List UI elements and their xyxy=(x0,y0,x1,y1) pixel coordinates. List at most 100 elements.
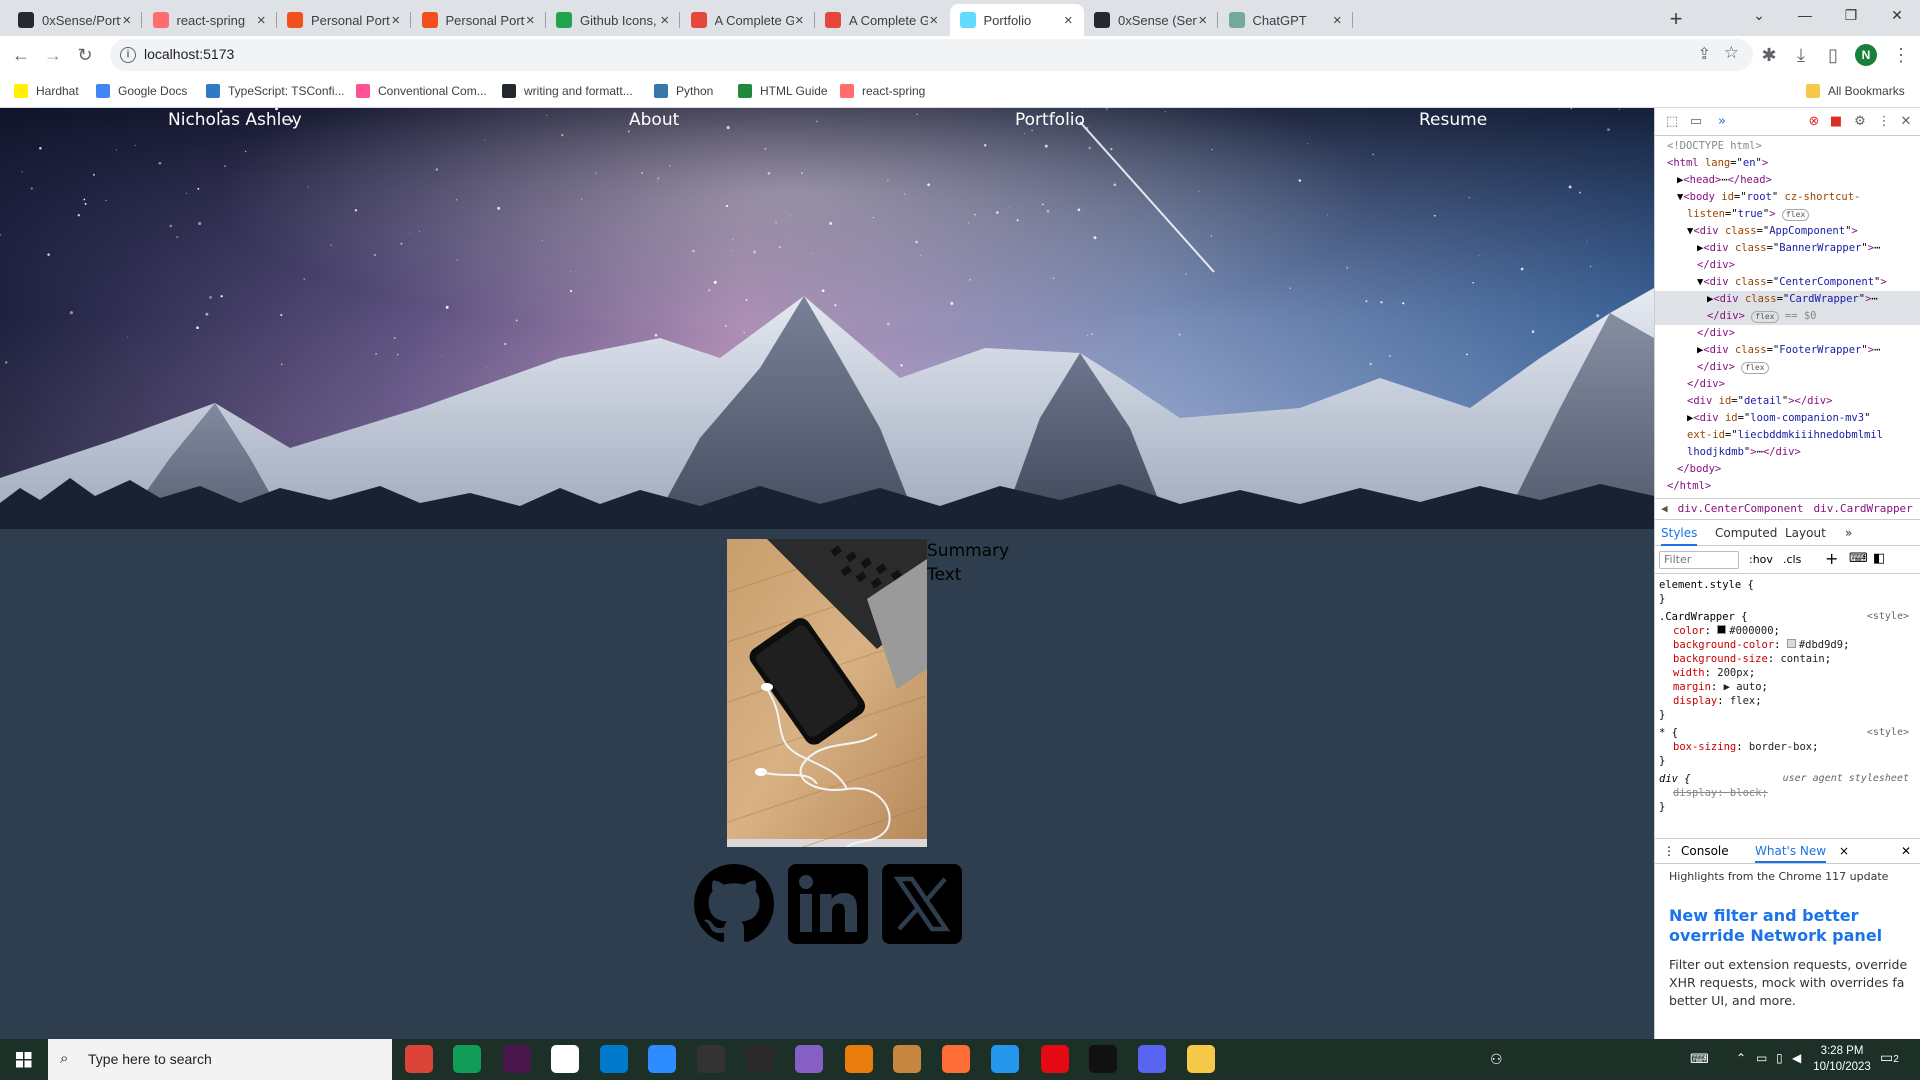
nav-portfolio-link[interactable]: Portfolio xyxy=(1015,110,1085,130)
visual-studio-icon[interactable] xyxy=(795,1045,823,1073)
breadcrumb[interactable]: ◀ div.CenterComponent div.CardWrapper xyxy=(1655,498,1920,520)
new-rule-plus-icon[interactable]: + xyxy=(1825,549,1838,568)
bookmark-item[interactable]: Hardhat xyxy=(14,82,79,100)
browser-tab[interactable]: A Complete Guide× xyxy=(681,4,815,36)
dom-node-line[interactable]: listen="true"> flex xyxy=(1655,206,1920,223)
css-property-name[interactable]: margin xyxy=(1673,681,1711,693)
all-bookmarks-folder[interactable]: All Bookmarks xyxy=(1806,82,1905,100)
tab-close-icon[interactable]: × xyxy=(525,12,536,29)
elements-tree[interactable]: <!DOCTYPE html> <html lang="en"> ▶<head>⋯<… xyxy=(1655,138,1920,500)
zoom-icon[interactable] xyxy=(648,1045,676,1073)
dom-node-line[interactable]: ▶<head>⋯</head> xyxy=(1655,172,1920,189)
discord-icon[interactable] xyxy=(1138,1045,1166,1073)
browser-tab[interactable]: 0xSense (Sense)× xyxy=(1084,4,1218,36)
css-property-name[interactable]: color xyxy=(1673,625,1705,637)
dom-node-line[interactable]: ▼<div class="CenterComponent"> xyxy=(1655,274,1920,291)
browser-tab[interactable]: Portfolio × xyxy=(949,4,1084,36)
dom-node-line[interactable]: <div id="detail"></div> xyxy=(1655,393,1920,410)
dom-node-line[interactable]: </div> xyxy=(1655,376,1920,393)
css-property-name[interactable]: background-color xyxy=(1673,639,1774,651)
docker-icon[interactable] xyxy=(991,1045,1019,1073)
reload-icon[interactable]: ↻ xyxy=(70,40,100,70)
minimize-button[interactable]: — xyxy=(1782,0,1828,30)
dom-node-line[interactable]: <!DOCTYPE html> xyxy=(1655,138,1920,155)
device-toolbar-icon[interactable]: ▭ xyxy=(1687,113,1705,131)
styles-subtab[interactable]: Styles xyxy=(1661,520,1698,546)
tab-close-icon[interactable]: × xyxy=(121,12,132,29)
chrome-icon[interactable] xyxy=(405,1045,433,1073)
dom-node-line[interactable]: </html> xyxy=(1655,478,1920,495)
bookmark-item[interactable]: react-spring xyxy=(840,82,925,100)
tab-close-icon[interactable]: × xyxy=(1332,12,1343,29)
tab-close-icon[interactable]: × xyxy=(928,12,939,29)
tray-chevron-icon[interactable]: ⌃ xyxy=(1736,1051,1746,1080)
css-property-value[interactable]: contain xyxy=(1780,653,1824,665)
nav-resume-link[interactable]: Resume xyxy=(1419,110,1487,130)
new-tab-button[interactable]: + xyxy=(1662,6,1690,34)
x-icon[interactable] xyxy=(882,864,962,944)
notification-icon[interactable]: ▭2 xyxy=(1880,1049,1899,1080)
dom-node-line[interactable]: lhodjkdmb">⋯</div> xyxy=(1655,444,1920,461)
browser-tab[interactable]: A Complete Guide× xyxy=(815,4,949,36)
whats-new-heading[interactable]: New filter and better override Network p… xyxy=(1669,906,1919,946)
tab-close-icon[interactable]: × xyxy=(1063,12,1074,29)
nav-name-link[interactable]: Nicholas Ashley xyxy=(168,110,302,130)
dom-node-line[interactable]: ext-id="liecbddmkiiihnedobmlmil xyxy=(1655,427,1920,444)
close-devtools-icon[interactable]: ✕ xyxy=(1897,113,1915,131)
css-property-value[interactable]: 200px xyxy=(1717,667,1749,679)
close-window-button[interactable]: ✕ xyxy=(1874,0,1920,30)
tab-close-icon[interactable]: × xyxy=(256,12,267,29)
css-property-name[interactable]: background-size xyxy=(1673,653,1768,665)
windows-start-icon[interactable] xyxy=(0,1039,48,1080)
close-drawer-icon[interactable]: ✕ xyxy=(1901,839,1911,863)
inspect-element-icon[interactable]: ⬚ xyxy=(1663,113,1681,131)
network-icon[interactable]: ▭ xyxy=(1756,1051,1767,1080)
dom-node-line[interactable]: ▶<div class="FooterWrapper">⋯ xyxy=(1655,342,1920,359)
dom-node-line[interactable]: <html lang="en"> xyxy=(1655,155,1920,172)
color-swatch[interactable] xyxy=(1717,625,1727,634)
paint-icon[interactable]: ⌨ xyxy=(1849,551,1868,566)
chrome-menu-icon[interactable]: ⋮ xyxy=(1886,40,1916,70)
side-panel-icon[interactable]: ▯ xyxy=(1818,40,1848,70)
github-icon[interactable] xyxy=(694,864,774,944)
styles-filter-input[interactable]: Filter xyxy=(1659,551,1739,569)
dom-node-line[interactable]: </div> xyxy=(1655,325,1920,342)
css-property-value[interactable]: #000000 xyxy=(1729,625,1773,637)
sidebar-toggle-icon[interactable]: ◧ xyxy=(1873,551,1885,566)
g-hub-icon[interactable] xyxy=(1089,1045,1117,1073)
dom-node-line[interactable]: </div> flex == $0 xyxy=(1655,308,1920,325)
bookmark-item[interactable]: TypeScript: TSConfi... xyxy=(206,82,345,100)
tab-search-icon[interactable]: ⌄ xyxy=(1736,0,1782,30)
drawer-tab-console[interactable]: Console xyxy=(1681,839,1729,863)
bookmark-item[interactable]: Conventional Com... xyxy=(356,82,487,100)
css-property-name[interactable]: box-sizing xyxy=(1673,741,1736,753)
keyboard-icon[interactable]: ⌨ xyxy=(1690,1051,1709,1080)
back-arrow-icon[interactable]: ← xyxy=(6,40,36,70)
vscode-icon[interactable] xyxy=(600,1045,628,1073)
address-bar[interactable]: i localhost:5173 ⇪ ☆ xyxy=(110,39,1753,71)
bookmark-item[interactable]: Google Docs xyxy=(96,82,187,100)
restore-button[interactable]: ❐ xyxy=(1828,0,1874,30)
styles-subtab[interactable]: Layout xyxy=(1785,520,1826,546)
battery-icon[interactable]: ▯ xyxy=(1776,1051,1783,1080)
netflix-icon[interactable] xyxy=(1041,1045,1069,1073)
people-icon[interactable]: ⚇ xyxy=(1490,1051,1503,1080)
css-property-name[interactable]: display xyxy=(1673,695,1717,707)
slack-icon[interactable] xyxy=(503,1045,531,1073)
dom-node-line[interactable]: </div> xyxy=(1655,257,1920,274)
browser-tab[interactable]: Personal Portfolio× xyxy=(277,4,411,36)
breadcrumb-scroll-left-icon[interactable]: ◀ xyxy=(1661,502,1668,515)
bookmark-item[interactable]: HTML Guide xyxy=(738,82,828,100)
hov-toggle[interactable]: :hov xyxy=(1749,553,1773,566)
chrome-profile-icon[interactable] xyxy=(453,1045,481,1073)
tab-close-icon[interactable]: × xyxy=(390,12,401,29)
share-icon[interactable]: ⇪ xyxy=(1698,44,1711,64)
browser-tab[interactable]: react-spring × xyxy=(143,4,277,36)
dom-node-line[interactable]: ▶<div id="loom-companion-mv3" xyxy=(1655,410,1920,427)
epic-games-icon[interactable] xyxy=(746,1045,774,1073)
notion-icon[interactable] xyxy=(551,1045,579,1073)
bookmark-item[interactable]: writing and formatt... xyxy=(502,82,633,100)
bookmark-item[interactable]: Python xyxy=(654,82,713,100)
dom-node-line[interactable]: ▶<div class="BannerWrapper">⋯ xyxy=(1655,240,1920,257)
browser-tab[interactable]: Personal Portfolio× xyxy=(412,4,546,36)
